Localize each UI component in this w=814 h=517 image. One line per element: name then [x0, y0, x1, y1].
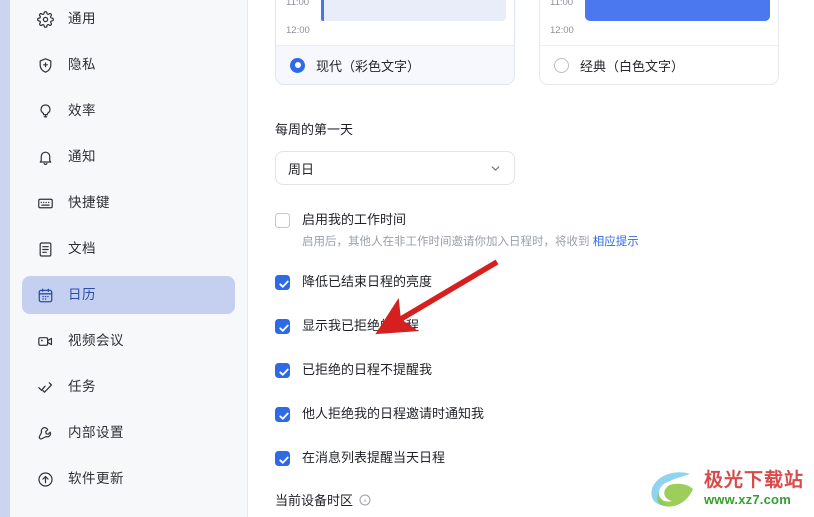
calendar-checkbox-label: 已拒绝的日程不提醒我	[302, 362, 433, 377]
calendar-checkbox-row-1[interactable]: 显示我已拒绝的日程	[275, 318, 814, 334]
theme-option-group: 11:00 12:00 会议 10:00-12:00 现代（彩色文字）	[275, 0, 814, 85]
calendar-checkbox-label: 在消息列表提醒当天日程	[302, 450, 446, 465]
working-hours-checkbox[interactable]	[275, 213, 290, 228]
sidebar-nav-list: 通用隐私效率通知快捷键文档日历视频会议任务内部设置软件更新	[10, 0, 247, 498]
calendar-checkbox-row-3[interactable]: 他人拒绝我的日程邀请时通知我	[275, 406, 814, 422]
preview-event-classic: 会议 10:00-12:00	[585, 0, 770, 21]
bell-icon	[36, 148, 54, 166]
sidebar-item-label: 快捷键	[68, 195, 110, 211]
theme-option-classic[interactable]: 11:00 12:00 会议 10:00-12:00 经典（白色文字）	[539, 0, 779, 85]
sidebar-item-10[interactable]: 软件更新	[22, 460, 235, 498]
sidebar-item-label: 隐私	[68, 57, 96, 73]
sidebar-item-label: 日历	[68, 287, 96, 303]
sidebar-item-1[interactable]: 隐私	[22, 46, 235, 84]
theme-option-classic-footer[interactable]: 经典（白色文字）	[540, 46, 778, 84]
calendar-checkbox-1[interactable]	[275, 319, 290, 334]
calendar-checkbox-row-4[interactable]: 在消息列表提醒当天日程	[275, 450, 814, 466]
working-hours-description: 启用后，其他人在非工作时间邀请你加入日程时，将收到 相应提示	[302, 234, 639, 250]
first-day-value: 周日	[288, 161, 315, 177]
calendar-checkbox-list: 降低已结束日程的亮度 显示我已拒绝的日程 已拒绝的日程不提醒我他人拒绝我的日程邀请时…	[275, 274, 814, 466]
sidebar-item-label: 任务	[68, 379, 96, 395]
calendar-icon	[36, 286, 54, 304]
radio-modern[interactable]	[290, 57, 305, 73]
settings-sidebar: 通用隐私效率通知快捷键文档日历视频会议任务内部设置软件更新	[10, 0, 248, 517]
gear-icon	[36, 10, 54, 28]
sidebar-item-label: 视频会议	[68, 333, 124, 349]
working-hours-description-text: 启用后，其他人在非工作时间邀请你加入日程时，将收到	[302, 236, 590, 248]
sidebar-item-label: 软件更新	[68, 471, 124, 487]
theme-option-modern[interactable]: 11:00 12:00 会议 10:00-12:00 现代（彩色文字）	[275, 0, 515, 85]
theme-option-modern-label: 现代（彩色文字）	[316, 58, 421, 74]
sidebar-item-0[interactable]: 通用	[22, 0, 235, 38]
theme-preview-modern: 11:00 12:00 会议 10:00-12:00	[276, 0, 514, 46]
keyboard-icon	[36, 194, 54, 212]
sidebar-item-8[interactable]: 任务	[22, 368, 235, 406]
sidebar-item-label: 效率	[68, 103, 96, 119]
radio-classic[interactable]	[554, 57, 569, 73]
chevron-down-icon	[489, 162, 502, 175]
info-circle-icon[interactable]	[359, 494, 371, 506]
sidebar-item-label: 文档	[68, 241, 96, 257]
sidebar-item-4[interactable]: 快捷键	[22, 184, 235, 222]
calendar-checkbox-row-2[interactable]: 已拒绝的日程不提醒我	[275, 362, 814, 378]
preview-hour-label: 11:00	[550, 0, 574, 8]
shield-plus-icon	[36, 56, 54, 74]
timezone-label: 当前设备时区	[275, 493, 354, 508]
sidebar-item-label: 通用	[68, 11, 96, 27]
sidebar-item-7[interactable]: 视频会议	[22, 322, 235, 360]
theme-option-classic-label: 经典（白色文字）	[580, 58, 685, 74]
theme-preview-classic: 11:00 12:00 会议 10:00-12:00	[540, 0, 778, 46]
calendar-checkbox-2[interactable]	[275, 363, 290, 378]
sidebar-item-2[interactable]: 效率	[22, 92, 235, 130]
settings-window: 通用隐私效率通知快捷键文档日历视频会议任务内部设置软件更新 11:00 12:0…	[0, 0, 814, 517]
preview-hour-labels-modern: 11:00 12:00	[286, 0, 310, 45]
working-hours-description-link[interactable]: 相应提示	[593, 236, 639, 248]
arrow-up-circle-icon	[36, 470, 54, 488]
sidebar-item-5[interactable]: 文档	[22, 230, 235, 268]
theme-option-modern-footer[interactable]: 现代（彩色文字）	[276, 46, 514, 84]
preview-hour-label: 12:00	[286, 25, 310, 36]
timezone-row: 当前设备时区	[275, 490, 814, 509]
video-camera-icon	[36, 332, 54, 350]
preview-hour-label: 12:00	[550, 25, 574, 36]
calendar-settings-panel: 11:00 12:00 会议 10:00-12:00 现代（彩色文字）	[248, 0, 814, 517]
working-hours-row[interactable]: 启用我的工作时间 启用后，其他人在非工作时间邀请你加入日程时，将收到 相应提示	[275, 212, 814, 250]
preview-event-modern: 会议 10:00-12:00	[321, 0, 506, 21]
wrench-icon	[36, 424, 54, 442]
sidebar-item-6[interactable]: 日历	[22, 276, 235, 314]
sidebar-item-label: 通知	[68, 149, 96, 165]
working-hours-label: 启用我的工作时间	[302, 212, 407, 227]
calendar-checkbox-label: 显示我已拒绝的日程	[302, 318, 420, 333]
sidebar-item-label: 内部设置	[68, 425, 124, 441]
sidebar-item-9[interactable]: 内部设置	[22, 414, 235, 452]
preview-hour-label: 11:00	[286, 0, 310, 8]
calendar-checkbox-3[interactable]	[275, 407, 290, 422]
document-icon	[36, 240, 54, 258]
calendar-checkbox-label: 降低已结束日程的亮度	[302, 274, 433, 289]
calendar-checkbox-label: 他人拒绝我的日程邀请时通知我	[302, 406, 485, 421]
preview-hour-labels-classic: 11:00 12:00	[550, 0, 574, 45]
calendar-checkbox-0[interactable]	[275, 275, 290, 290]
calendar-checkbox-4[interactable]	[275, 451, 290, 466]
lightbulb-icon	[36, 102, 54, 120]
sidebar-item-3[interactable]: 通知	[22, 138, 235, 176]
checkmark-pen-icon	[36, 378, 54, 396]
first-day-label: 每周的第一天	[275, 122, 354, 137]
left-rail	[0, 0, 10, 517]
first-day-select[interactable]: 周日	[275, 151, 515, 185]
calendar-checkbox-row-0[interactable]: 降低已结束日程的亮度	[275, 274, 814, 290]
